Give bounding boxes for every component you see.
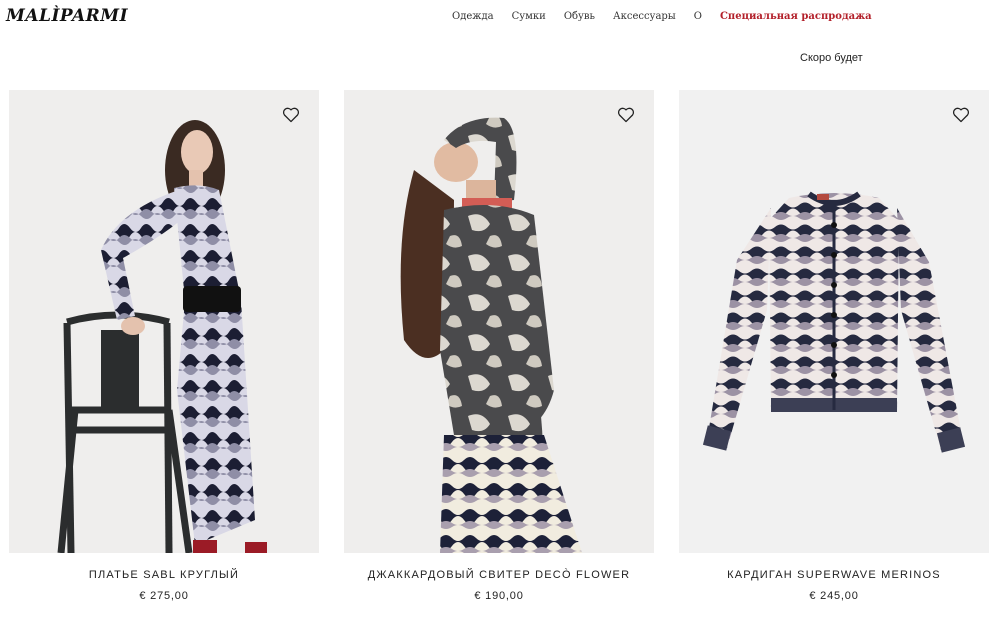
nav-item-bags[interactable]: Сумки (503, 10, 555, 24)
dress-model-photo (57, 120, 267, 553)
heart-icon[interactable] (282, 107, 300, 123)
nav-item-sale[interactable]: Специальная распродажа (711, 10, 881, 24)
nav-item-clothing[interactable]: Одежда (452, 10, 503, 24)
product-price: € 275,00 (139, 590, 189, 602)
cardigan-product-photo (702, 191, 966, 453)
nav-item-shoes[interactable]: Обувь (555, 10, 604, 24)
product-image-dress[interactable] (9, 90, 319, 553)
heart-icon[interactable] (952, 107, 970, 123)
product-price: € 245,00 (809, 590, 859, 602)
product-name[interactable]: ПЛАТЬЕ SABL КРУГЛЫЙ (9, 569, 319, 581)
heart-icon[interactable] (617, 107, 635, 123)
product-price: € 190,00 (474, 590, 524, 602)
product-card[interactable]: ДЖАККАРДОВЫЙ СВИТЕР DECÒ FLOWER € 190,00 (344, 90, 654, 602)
brand-logo[interactable]: MALÌPARMI (4, 6, 128, 28)
logo-text: MALÌPARMI (6, 6, 129, 26)
product-image-sweater[interactable] (344, 90, 654, 553)
main-navigation: Одежда Сумки Обувь Аксессуары О Специаль… (452, 10, 881, 24)
nav-item-about[interactable]: О (685, 10, 711, 24)
nav-item-accessories[interactable]: Аксессуары (604, 10, 685, 24)
sweater-model-photo (400, 117, 582, 553)
product-name[interactable]: ДЖАККАРДОВЫЙ СВИТЕР DECÒ FLOWER (344, 569, 654, 581)
product-name[interactable]: КАРДИГАН SUPERWAVE MERINOS (679, 569, 989, 581)
product-card[interactable]: ПЛАТЬЕ SABL КРУГЛЫЙ € 275,00 (9, 90, 319, 602)
coming-soon-label: Скоро будет (800, 52, 863, 64)
product-image-cardigan[interactable] (679, 90, 989, 553)
product-card[interactable]: КАРДИГАН SUPERWAVE MERINOS € 245,00 (679, 90, 989, 602)
